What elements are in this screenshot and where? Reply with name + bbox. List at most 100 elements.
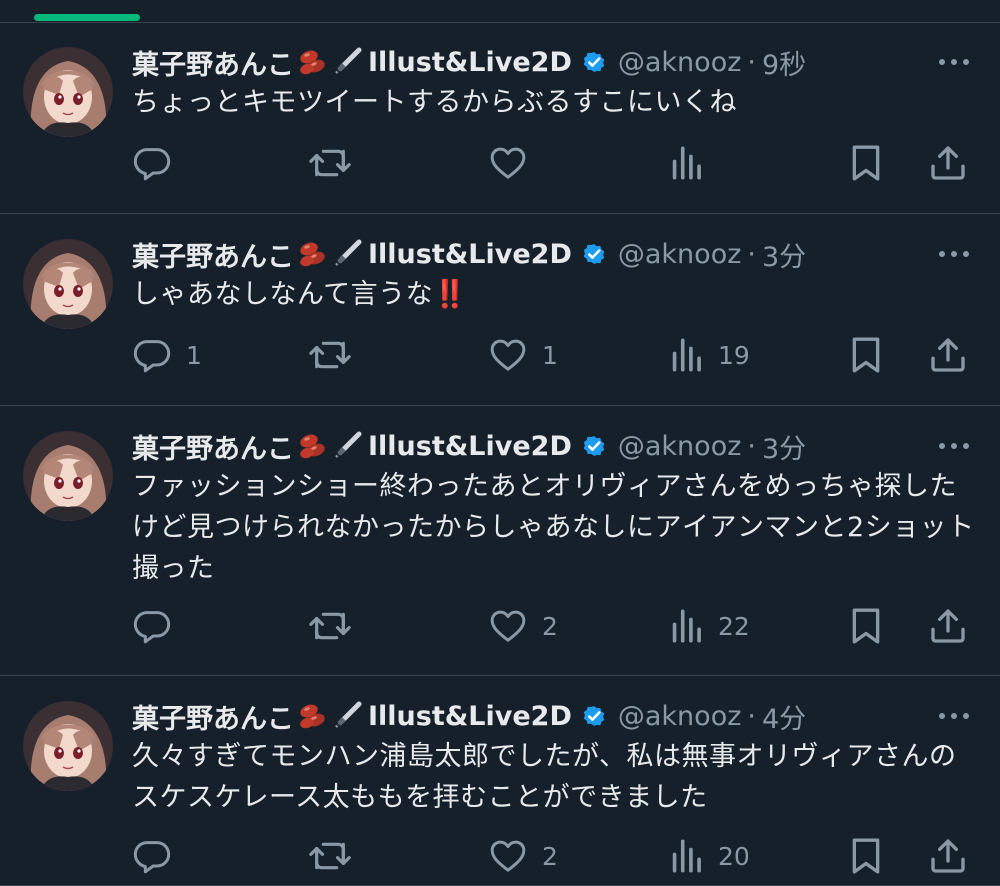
retweet-icon	[308, 335, 352, 375]
avatar[interactable]	[23, 239, 113, 329]
timestamp[interactable]: 3分	[762, 235, 806, 274]
verified-badge-icon[interactable]	[580, 702, 608, 730]
fountain-pen-emoji	[332, 701, 362, 731]
user-handle[interactable]: @aknooz	[618, 47, 742, 78]
views-button[interactable]	[668, 141, 718, 185]
reply-icon	[132, 335, 172, 375]
separator-dot: ·	[747, 700, 756, 732]
user-handle[interactable]: @aknooz	[618, 701, 742, 732]
display-name-suffix[interactable]: Illust&Live2D	[368, 431, 572, 462]
tweet-header: 菓子野あんこ Illust&Live2D @aknooz · 3分	[132, 234, 806, 274]
views-button[interactable]: 22	[668, 604, 750, 648]
reply-button[interactable]: 1	[132, 333, 202, 377]
bookmark-button[interactable]	[848, 604, 884, 648]
views-chart-icon	[668, 606, 704, 646]
tweet[interactable]: 菓子野あんこ Illust&Live2D @aknooz · 3分 ファッション…	[0, 406, 1000, 676]
bookmark-icon	[848, 143, 884, 183]
retweet-icon	[308, 836, 352, 876]
tweet-actions: 2 20	[132, 834, 972, 878]
like-button[interactable]: 2	[488, 834, 558, 878]
tweet-text: しゃあなしなんて言うな‼️	[132, 279, 468, 310]
timestamp[interactable]: 3分	[762, 427, 806, 466]
like-button[interactable]	[488, 141, 542, 185]
display-name[interactable]: 菓子野あんこ	[132, 43, 294, 82]
reply-button[interactable]	[132, 141, 186, 185]
tweet-actions: 1 1 19	[132, 333, 972, 377]
reply-count: 1	[186, 340, 202, 370]
verified-badge-icon[interactable]	[580, 432, 608, 460]
bookmark-button[interactable]	[848, 834, 884, 878]
display-name[interactable]: 菓子野あんこ	[132, 697, 294, 736]
beans-emoji	[298, 239, 328, 269]
views-chart-icon	[668, 836, 704, 876]
tweet-actions: 2 22	[132, 604, 972, 648]
tweet[interactable]: 菓子野あんこ Illust&Live2D @aknooz · 4分 久々すぎてモ…	[0, 676, 1000, 886]
like-count: 2	[542, 841, 558, 871]
display-name[interactable]: 菓子野あんこ	[132, 427, 294, 466]
timestamp[interactable]: 4分	[762, 697, 806, 736]
verified-badge-icon[interactable]	[580, 240, 608, 268]
share-icon	[928, 335, 968, 375]
separator-dot: ·	[747, 430, 756, 462]
top-tab-bar	[0, 0, 1000, 23]
heart-icon	[488, 143, 528, 183]
reply-icon	[132, 143, 172, 183]
view-count: 20	[718, 841, 750, 871]
like-button[interactable]: 2	[488, 604, 558, 648]
tweet-text: ちょっとキモツイートするからぶるすこにいくね	[132, 87, 737, 118]
tweet-actions	[132, 141, 972, 185]
like-count: 2	[542, 611, 558, 641]
bookmark-icon	[848, 335, 884, 375]
like-count: 1	[542, 340, 558, 370]
verified-badge-icon[interactable]	[580, 48, 608, 76]
bookmark-icon	[848, 836, 884, 876]
tweet-header: 菓子野あんこ Illust&Live2D @aknooz · 3分	[132, 426, 806, 466]
more-dots-icon[interactable]	[934, 426, 974, 466]
reply-icon	[132, 606, 172, 646]
tweet-text: 久々すぎてモンハン浦島太郎でしたが、私は無事オリヴィアさんのスケスケレース太もも…	[132, 741, 957, 813]
tweet[interactable]: 菓子野あんこ Illust&Live2D @aknooz · 3分 しゃあなしな…	[0, 214, 1000, 406]
tweet[interactable]: 菓子野あんこ Illust&Live2D @aknooz · 9秒 ちょっとキモ…	[0, 22, 1000, 214]
more-dots-icon[interactable]	[934, 42, 974, 82]
retweet-button[interactable]	[308, 604, 366, 648]
retweet-icon	[308, 606, 352, 646]
timestamp[interactable]: 9秒	[762, 43, 806, 82]
share-icon	[928, 143, 968, 183]
view-count: 22	[718, 611, 750, 641]
beans-emoji	[298, 47, 328, 77]
reply-button[interactable]	[132, 834, 186, 878]
tweet-text: ファッションショー終わったあとオリヴィアさんをめっちゃ探したけど見つけられなかっ…	[132, 471, 975, 584]
share-button[interactable]	[928, 333, 968, 377]
bookmark-button[interactable]	[848, 141, 884, 185]
share-icon	[928, 836, 968, 876]
bookmark-button[interactable]	[848, 333, 884, 377]
user-handle[interactable]: @aknooz	[618, 239, 742, 270]
user-handle[interactable]: @aknooz	[618, 431, 742, 462]
avatar[interactable]	[23, 431, 113, 521]
share-button[interactable]	[928, 141, 968, 185]
retweet-button[interactable]	[308, 333, 366, 377]
tweet-header: 菓子野あんこ Illust&Live2D @aknooz · 9秒	[132, 42, 806, 82]
reply-button[interactable]	[132, 604, 186, 648]
bookmark-icon	[848, 606, 884, 646]
display-name[interactable]: 菓子野あんこ	[132, 235, 294, 274]
avatar[interactable]	[23, 47, 113, 137]
retweet-icon	[308, 143, 352, 183]
share-button[interactable]	[928, 604, 968, 648]
display-name-suffix[interactable]: Illust&Live2D	[368, 47, 572, 78]
separator-dot: ·	[747, 46, 756, 78]
views-button[interactable]: 20	[668, 834, 750, 878]
display-name-suffix[interactable]: Illust&Live2D	[368, 239, 572, 270]
more-dots-icon[interactable]	[934, 234, 974, 274]
views-button[interactable]: 19	[668, 333, 750, 377]
retweet-button[interactable]	[308, 834, 366, 878]
more-dots-icon[interactable]	[934, 696, 974, 736]
share-button[interactable]	[928, 834, 968, 878]
display-name-suffix[interactable]: Illust&Live2D	[368, 701, 572, 732]
active-tab-indicator	[34, 14, 140, 21]
like-button[interactable]: 1	[488, 333, 558, 377]
retweet-button[interactable]	[308, 141, 366, 185]
fountain-pen-emoji	[332, 239, 362, 269]
avatar[interactable]	[23, 701, 113, 791]
heart-icon	[488, 606, 528, 646]
